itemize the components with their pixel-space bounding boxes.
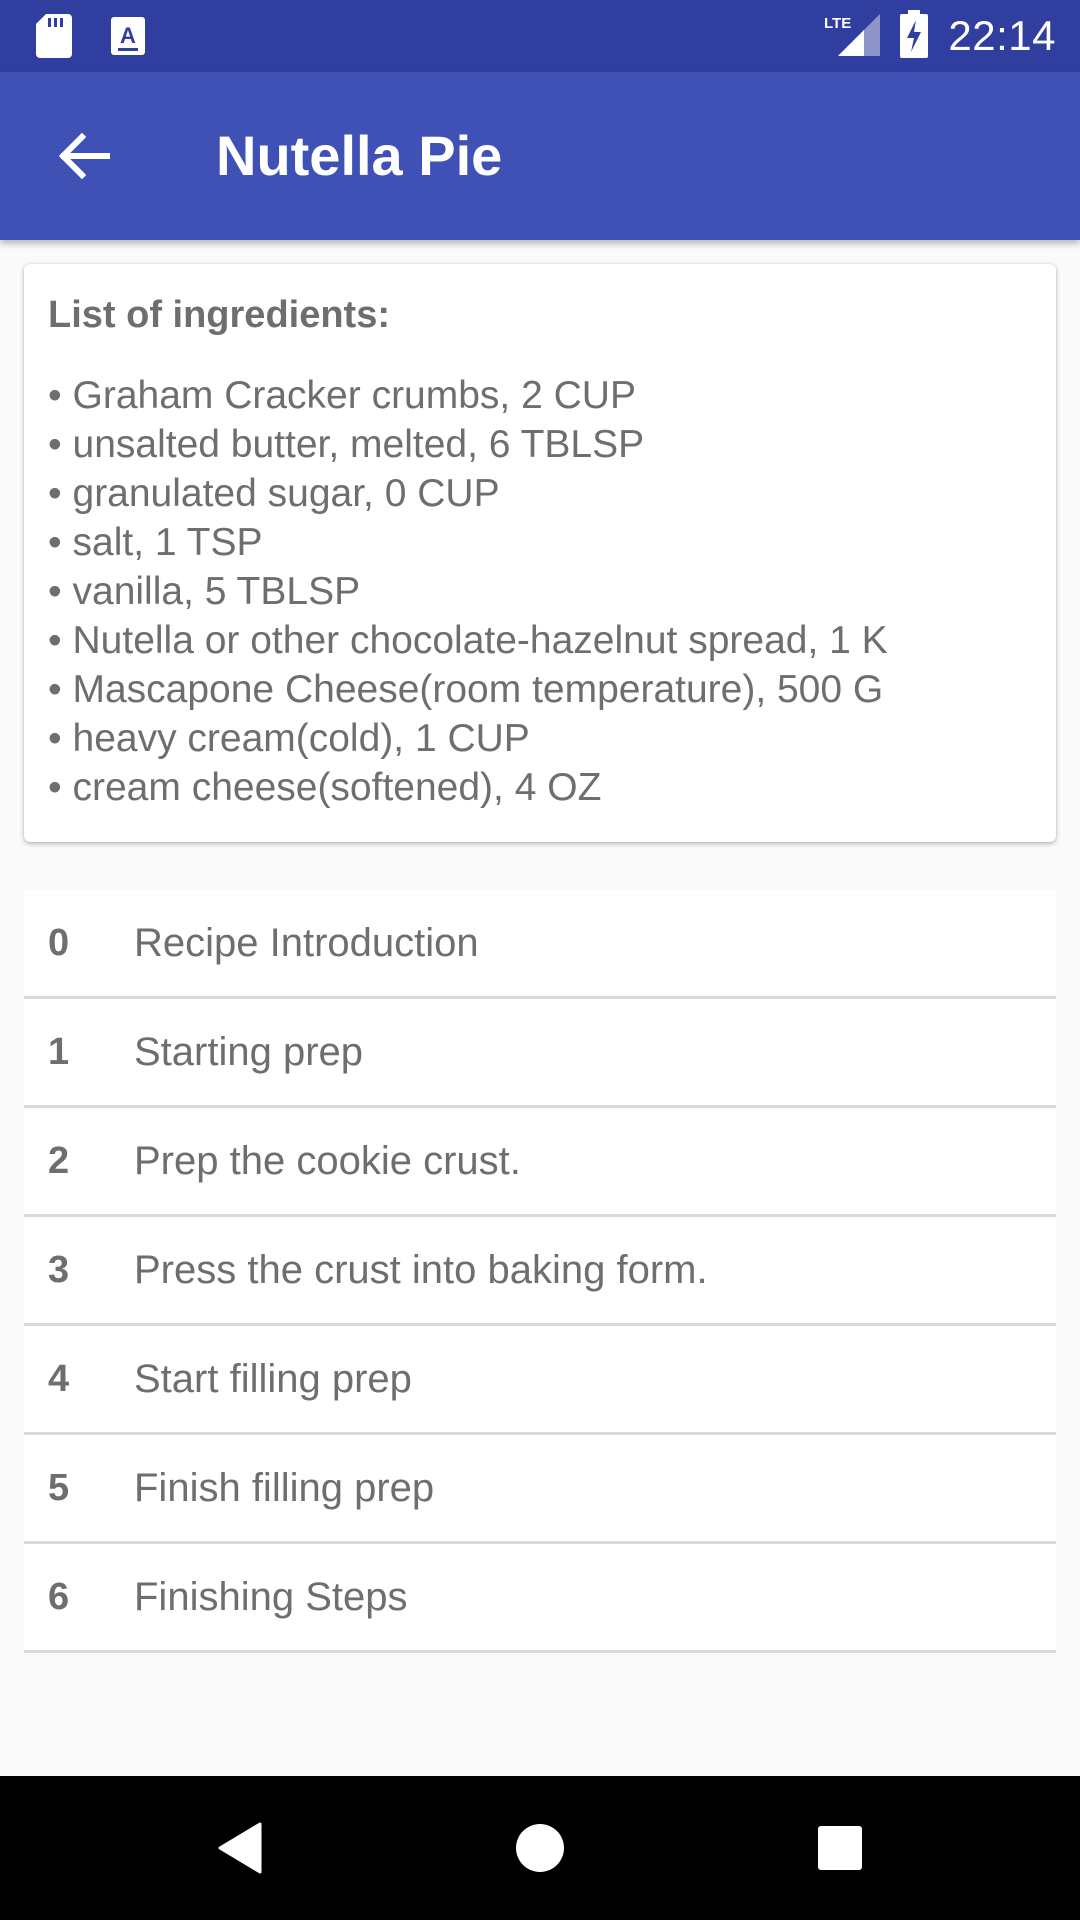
arrow-back-icon bbox=[58, 133, 110, 179]
nav-back-button[interactable] bbox=[180, 1776, 300, 1920]
step-number: 0 bbox=[48, 921, 70, 964]
home-circle-icon bbox=[516, 1824, 564, 1872]
page-title: Nutella Pie bbox=[216, 124, 503, 187]
keyboard-a-icon: A bbox=[110, 16, 146, 61]
step-label: Press the crust into baking form. bbox=[134, 1247, 708, 1292]
step-row-5[interactable]: 5 Finish filling prep bbox=[24, 1435, 1056, 1544]
step-row-1[interactable]: 1 Starting prep bbox=[24, 999, 1056, 1108]
step-label: Finishing Steps bbox=[134, 1574, 408, 1619]
svg-text:A: A bbox=[120, 23, 136, 48]
step-number: 5 bbox=[48, 1466, 70, 1509]
step-label: Finish filling prep bbox=[134, 1465, 435, 1510]
step-row-6[interactable]: 6 Finishing Steps bbox=[24, 1544, 1056, 1653]
step-number: 6 bbox=[48, 1575, 70, 1618]
back-triangle-icon bbox=[218, 1822, 262, 1874]
status-bar: A LTE 22:14 bbox=[0, 0, 1080, 72]
svg-text:LTE: LTE bbox=[824, 15, 851, 32]
step-row-0[interactable]: 0 Recipe Introduction bbox=[24, 890, 1056, 999]
ingredient-item: Nutella or other chocolate-hazelnut spre… bbox=[48, 616, 1032, 665]
step-row-2[interactable]: 2 Prep the cookie crust. bbox=[24, 1108, 1056, 1217]
step-label: Start filling prep bbox=[134, 1356, 412, 1401]
ingredients-list: Graham Cracker crumbs, 2 CUP unsalted bu… bbox=[48, 371, 1032, 812]
step-number: 3 bbox=[48, 1248, 70, 1291]
ingredient-item: heavy cream(cold), 1 CUP bbox=[48, 714, 1032, 763]
ingredient-item: granulated sugar, 0 CUP bbox=[48, 469, 1032, 518]
step-row-4[interactable]: 4 Start filling prep bbox=[24, 1326, 1056, 1435]
step-number: 4 bbox=[48, 1357, 70, 1400]
ingredient-item: Mascapone Cheese(room temperature), 500 … bbox=[48, 665, 1032, 714]
system-nav-bar bbox=[0, 1776, 1080, 1920]
nav-home-button[interactable] bbox=[480, 1776, 600, 1920]
ingredient-item: salt, 1 TSP bbox=[48, 518, 1032, 567]
step-label: Prep the cookie crust. bbox=[134, 1138, 521, 1183]
nav-recents-button[interactable] bbox=[780, 1776, 900, 1920]
battery-charging-icon bbox=[900, 9, 929, 63]
status-right-icons: LTE 22:14 bbox=[824, 0, 1056, 72]
step-row-3[interactable]: 3 Press the crust into baking form. bbox=[24, 1217, 1056, 1326]
recents-square-icon bbox=[818, 1826, 862, 1870]
sd-card-icon bbox=[36, 14, 72, 63]
ingredients-title: List of ingredients: bbox=[48, 294, 390, 336]
step-number: 2 bbox=[48, 1139, 70, 1182]
back-button[interactable] bbox=[44, 116, 124, 196]
ingredient-item: vanilla, 5 TBLSP bbox=[48, 567, 1032, 616]
step-label: Recipe Introduction bbox=[134, 920, 479, 965]
ingredient-item: Graham Cracker crumbs, 2 CUP bbox=[48, 371, 1032, 420]
status-clock: 22:14 bbox=[948, 12, 1056, 59]
step-number: 1 bbox=[48, 1030, 70, 1073]
ingredients-card: List of ingredients: Graham Cracker crum… bbox=[24, 264, 1056, 842]
ingredient-item: unsalted butter, melted, 6 TBLSP bbox=[48, 420, 1032, 469]
steps-list: 0 Recipe Introduction 1 Starting prep 2 … bbox=[24, 890, 1056, 1653]
status-left-icons: A bbox=[36, 14, 146, 63]
lte-signal-icon: LTE bbox=[824, 12, 881, 61]
ingredient-item: cream cheese(softened), 4 OZ bbox=[48, 763, 1032, 812]
app-bar: Nutella Pie bbox=[0, 72, 1080, 240]
step-label: Starting prep bbox=[134, 1029, 364, 1074]
